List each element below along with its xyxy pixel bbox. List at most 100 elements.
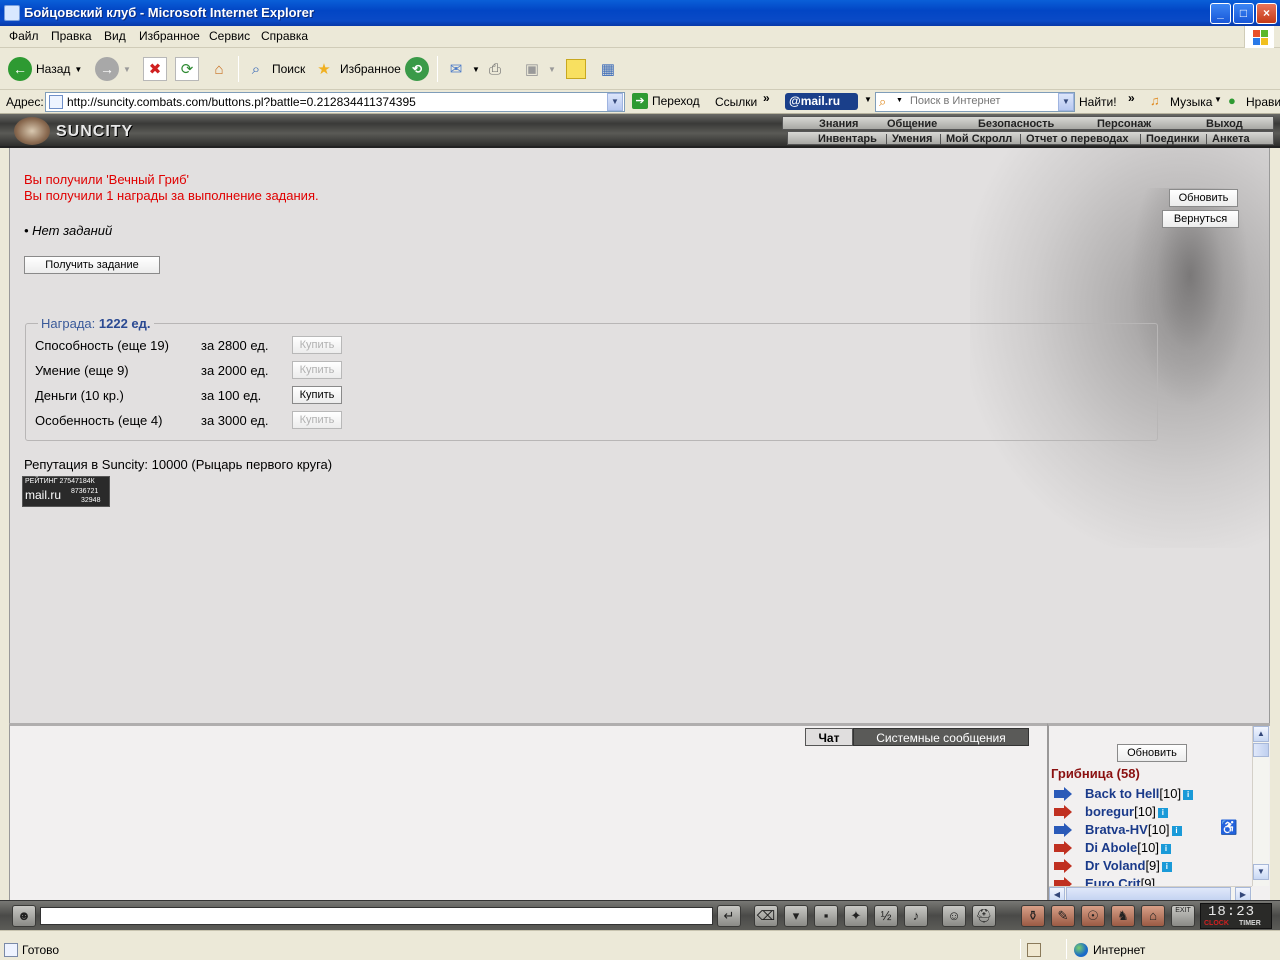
refresh-button[interactable]: Обновить <box>1169 189 1238 207</box>
info-icon[interactable]: i <box>1160 844 1171 854</box>
vertical-scrollbar[interactable]: ▲ ▼ <box>1252 726 1269 886</box>
list-item[interactable]: Dr Voland[9] i <box>1049 858 1254 876</box>
knight-icon[interactable]: ♞ <box>1111 905 1135 927</box>
scroll-left-button[interactable]: ◀ <box>1049 887 1065 900</box>
bottle-icon[interactable]: ⚱ <box>1021 905 1045 927</box>
save-icon[interactable]: ▪ <box>814 905 838 927</box>
scroll-right-button[interactable]: ▶ <box>1235 887 1251 900</box>
minimize-button[interactable]: _ <box>1210 3 1231 24</box>
refresh-list-button[interactable]: Обновить <box>1117 744 1187 762</box>
maximize-button[interactable]: □ <box>1233 3 1254 24</box>
nav-exit[interactable]: Выход <box>1206 117 1243 131</box>
chevron-down-icon[interactable]: ▼ <box>1214 95 1222 104</box>
scroll-up-button[interactable]: ▲ <box>1253 726 1269 742</box>
chat-input[interactable] <box>40 907 713 925</box>
go-button[interactable]: ➔ Переход <box>632 93 700 109</box>
helmet-icon[interactable]: ⛑ <box>972 905 996 927</box>
internet-search-input[interactable] <box>910 95 1055 107</box>
info-icon[interactable]: i <box>1171 826 1182 836</box>
nav-knowledge[interactable]: Знания <box>819 117 858 131</box>
user-name[interactable]: Dr Voland <box>1085 858 1145 873</box>
forward-button[interactable]: → ▼ <box>95 55 131 83</box>
music-button[interactable]: Музыка <box>1170 95 1212 109</box>
back-button[interactable]: ← Назад ▼ <box>8 55 82 83</box>
menu-file[interactable]: Файл <box>9 29 39 43</box>
scroll-icon[interactable]: ✎ <box>1051 905 1075 927</box>
buy-button[interactable]: Купить <box>292 411 342 429</box>
nav-skills[interactable]: Умения <box>892 132 932 146</box>
address-input[interactable] <box>67 94 607 110</box>
counter-rating: РЕЙТИНГ 27547184К <box>25 478 95 485</box>
user-name[interactable]: Bratva-HV <box>1085 822 1148 837</box>
user-name[interactable]: Di Abole <box>1085 840 1137 855</box>
shop-icon[interactable]: ⌂ <box>1141 905 1165 927</box>
eraser-icon[interactable]: ⌫ <box>754 905 778 927</box>
scroll-down-button[interactable]: ▼ <box>1253 864 1269 880</box>
list-item[interactable]: Bratva-HV[10] i ♿ <box>1049 819 1254 840</box>
tab-chat[interactable]: Чат <box>805 728 853 746</box>
note-button[interactable] <box>566 55 586 83</box>
tab-system-messages[interactable]: Системные сообщения <box>853 728 1029 746</box>
nav-communication[interactable]: Общение <box>887 117 937 131</box>
chevron-right-icon[interactable]: » <box>1128 91 1135 105</box>
links-button[interactable]: Ссылки <box>715 95 757 109</box>
filter-icon[interactable]: ▾ <box>784 905 808 927</box>
find-button[interactable]: Найти! <box>1079 95 1117 109</box>
nav-fights[interactable]: Поединки <box>1146 132 1199 146</box>
return-button[interactable]: Вернуться <box>1162 210 1239 228</box>
info-icon[interactable]: i <box>1157 808 1168 818</box>
menu-edit[interactable]: Правка <box>51 29 92 43</box>
list-item[interactable]: Back to Hell[10] i <box>1049 786 1254 804</box>
nav-inventory[interactable]: Инвентарь <box>818 132 877 146</box>
search-button[interactable]: ⌕ Поиск <box>244 55 305 83</box>
ratio-icon[interactable]: ½ <box>874 905 898 927</box>
send-icon[interactable]: ↵ <box>717 905 741 927</box>
scroll-thumb[interactable] <box>1066 887 1231 900</box>
portrait-icon[interactable]: ☉ <box>1081 905 1105 927</box>
info-icon[interactable]: i <box>1183 790 1194 800</box>
user-name[interactable]: boregur <box>1085 804 1134 819</box>
music-note-icon[interactable]: ♪ <box>904 905 928 927</box>
info-icon[interactable]: i <box>1161 862 1172 872</box>
internet-search-field[interactable]: ⌕ ▼ ▼ <box>875 92 1075 112</box>
nav-character[interactable]: Персонаж <box>1097 117 1151 131</box>
menu-view[interactable]: Вид <box>104 29 126 43</box>
stop-button[interactable]: ✖ <box>143 55 167 83</box>
smiley-face-icon[interactable]: ☻ <box>12 905 36 927</box>
scroll-thumb[interactable] <box>1253 743 1269 757</box>
smiles-icon[interactable]: ☺ <box>942 905 966 927</box>
fighter-icon[interactable]: ✦ <box>844 905 868 927</box>
buy-button[interactable]: Купить <box>292 386 342 404</box>
get-task-button[interactable]: Получить задание <box>24 256 160 274</box>
nav-profile[interactable]: Анкета <box>1212 132 1250 146</box>
mailru-counter[interactable]: РЕЙТИНГ 27547184К mail.ru 8736721 32948 <box>22 476 110 507</box>
address-dropdown-button[interactable]: ▼ <box>607 93 623 111</box>
messenger-button[interactable]: ▦ <box>596 55 620 83</box>
address-field[interactable]: ▼ <box>45 92 625 112</box>
nav-security[interactable]: Безопасность <box>978 117 1054 131</box>
buy-button[interactable]: Купить <box>292 336 342 354</box>
edit-button[interactable]: ▣ ▼ <box>520 55 556 83</box>
favorites-button[interactable]: ★ Избранное <box>312 55 401 83</box>
nav-my-scroll[interactable]: Мой Скролл <box>946 132 1012 146</box>
mailru-logo[interactable]: @mail.ru <box>785 93 858 110</box>
refresh-button[interactable]: ⟳ <box>175 55 199 83</box>
print-button[interactable]: ⎙ <box>483 55 507 83</box>
menu-favorites[interactable]: Избранное <box>139 29 200 43</box>
nav-transfer-report[interactable]: Отчет о переводах <box>1026 132 1129 146</box>
user-name[interactable]: Back to Hell <box>1085 786 1159 801</box>
exit-button[interactable]: EXIT <box>1171 905 1195 927</box>
chevron-down-icon[interactable]: ▼ <box>864 95 872 104</box>
menu-tools[interactable]: Сервис <box>209 29 250 43</box>
list-item[interactable]: Di Abole[10] i <box>1049 840 1254 858</box>
close-button[interactable]: × <box>1256 3 1277 24</box>
home-button[interactable]: ⌂ <box>207 55 231 83</box>
menu-help[interactable]: Справка <box>261 29 308 43</box>
buy-button[interactable]: Купить <box>292 361 342 379</box>
likes-button[interactable]: Нрави <box>1246 95 1280 109</box>
mail-button[interactable]: ✉ ▼ <box>444 55 480 83</box>
chevron-right-icon[interactable]: » <box>763 91 770 105</box>
history-button[interactable]: ⟲ <box>405 55 429 83</box>
search-dropdown-button[interactable]: ▼ <box>1058 93 1074 111</box>
horizontal-scrollbar[interactable]: ◀ ▶ <box>1049 886 1252 900</box>
